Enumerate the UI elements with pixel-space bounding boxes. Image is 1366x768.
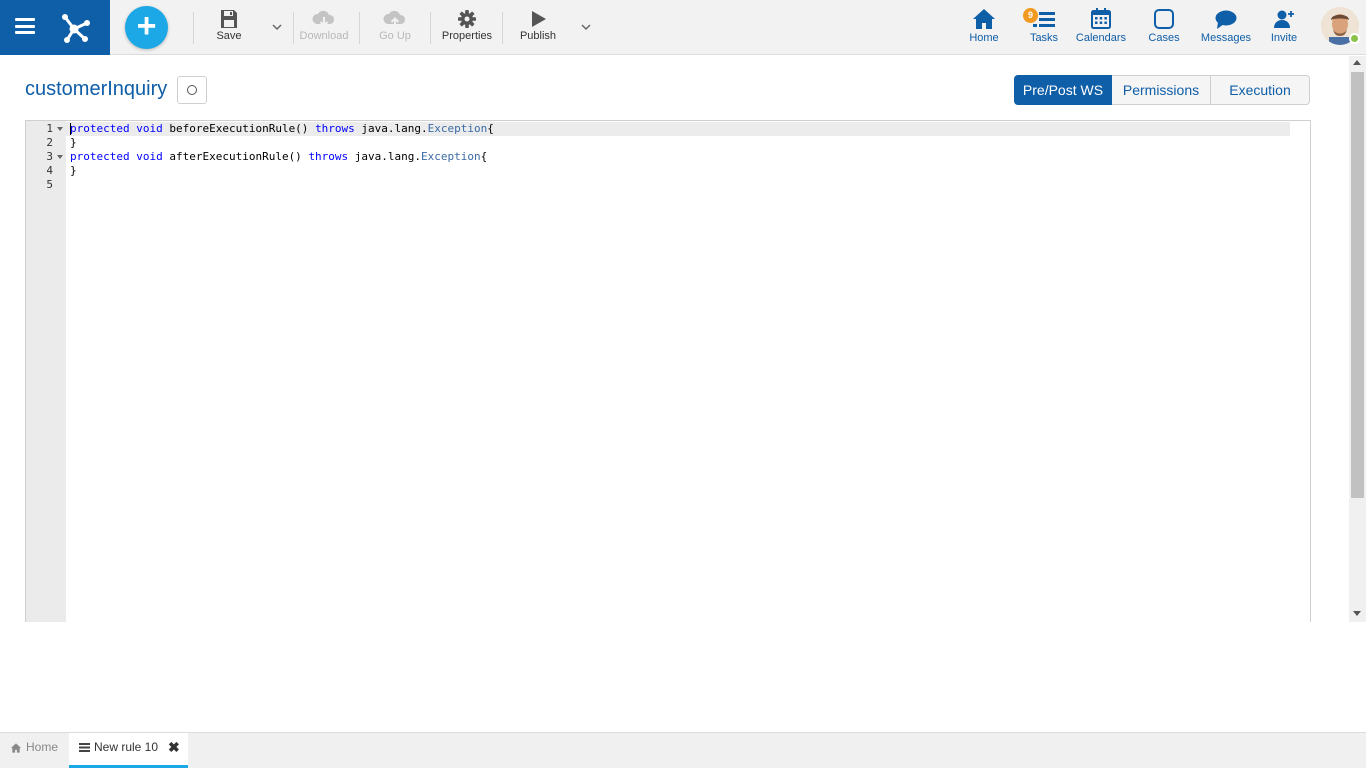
scroll-down-arrow-icon[interactable] [1353,611,1361,616]
tab-permissions[interactable]: Permissions [1112,75,1211,105]
line-number: 5 [46,178,53,191]
fold-arrow-icon[interactable] [57,155,63,159]
calendar-icon [1091,8,1111,29]
toolbar-separator [502,12,503,44]
code-keyword: void [136,150,163,163]
scrollbar-thumb[interactable] [1351,72,1364,498]
toolbar-separator [359,12,360,44]
home-icon [973,9,995,29]
bottom-tab-bar: Home New rule 10 ✖ [0,732,1366,768]
line-number: 2 [46,136,53,149]
toolbar-separator [193,12,194,44]
tasks-badge: 9 [1023,8,1038,23]
close-tab-icon[interactable]: ✖ [168,733,182,761]
code-text: afterExecutionRule() [162,150,309,163]
bottom-tab-home-label: Home [26,740,59,754]
chat-bubble-icon [1215,10,1237,29]
bottom-tab-home[interactable]: Home [0,733,69,768]
save-icon [221,10,237,28]
code-keyword: throws [308,150,349,163]
hamburger-menu-icon[interactable] [15,18,35,34]
bottom-tab-current[interactable]: New rule 10 ✖ [69,733,188,768]
nav-messages-button[interactable]: Messages [1199,6,1253,50]
code-line[interactable]: } [70,136,77,150]
cloud-download-icon [312,10,335,27]
code-editor[interactable]: 1 2 3 4 5 protected void beforeExecution… [25,120,1311,622]
code-keyword: protected [70,150,130,163]
nav-invite-label: Invite [1270,32,1298,44]
tab-pre-post-ws[interactable]: Pre/Post WS [1014,75,1112,105]
scroll-up-arrow-icon[interactable] [1353,60,1361,65]
cases-icon [1154,9,1174,29]
play-icon [532,11,546,27]
publish-label: Publish [519,30,557,42]
publish-button[interactable]: Publish [517,8,559,48]
code-text: beforeExecutionRule() [162,122,316,135]
go-up-label: Go Up [379,30,411,42]
code-line[interactable]: } [70,164,77,178]
nav-tasks-button[interactable]: 9 Tasks [1023,6,1062,50]
line-number: 3 [26,150,66,164]
code-keyword: void [136,122,163,135]
nav-tasks-label: Tasks [1029,32,1059,44]
app-logo-icon[interactable] [55,9,93,45]
bottom-tab-current-label: New rule 10 [94,740,159,754]
top-toolbar: + Save Download Go Up Properties Publish… [0,0,1366,55]
home-icon [10,743,22,753]
save-label: Save [216,30,242,42]
nav-messages-label: Messages [1200,32,1252,44]
menu-block [0,0,110,55]
download-label: Download [299,30,349,42]
code-line[interactable]: protected void afterExecutionRule() thro… [70,150,487,164]
code-text: } [70,164,77,177]
online-status-dot [1349,33,1360,44]
status-circle-button[interactable] [177,76,207,104]
code-text: } [70,136,77,149]
nav-home-label: Home [969,32,999,44]
fold-arrow-icon[interactable] [57,127,63,131]
save-button[interactable]: Save [210,8,248,48]
tab-execution[interactable]: Execution [1211,75,1310,105]
go-up-button[interactable]: Go Up [373,8,417,48]
toolbar-separator [293,12,294,44]
code-text: java.lang. [348,150,422,163]
code-type: Exception [421,150,481,163]
save-options-chevron-down-icon[interactable] [270,20,284,34]
publish-options-chevron-down-icon[interactable] [579,20,593,34]
code-keyword: protected [70,122,130,135]
line-number: 4 [46,164,53,177]
code-keyword: throws [315,122,355,135]
code-text: { [480,150,488,163]
nav-invite-button[interactable]: Invite [1267,6,1301,50]
text-cursor [70,123,71,135]
add-user-icon [1274,10,1294,28]
properties-button[interactable]: Properties [439,8,495,48]
editor-gutter: 1 2 3 4 5 [26,121,66,622]
list-icon [79,743,90,753]
nav-home-button[interactable]: Home [966,6,1002,50]
page-title: customerInquiry [25,78,168,100]
nav-calendars-label: Calendars [1075,32,1127,44]
nav-calendars-button[interactable]: Calendars [1074,6,1128,50]
vertical-scrollbar[interactable] [1349,56,1366,622]
code-type: Exception [427,122,488,135]
nav-cases-button[interactable]: Cases [1146,6,1182,50]
line-number: 1 [26,122,66,136]
gear-icon [458,10,476,28]
properties-label: Properties [441,30,493,42]
code-text: { [487,122,494,135]
download-button[interactable]: Download [296,8,352,48]
code-text: java.lang. [354,122,428,135]
toolbar-separator [430,12,431,44]
cloud-upload-icon [383,10,406,28]
code-line[interactable]: protected void beforeExecutionRule() thr… [70,122,494,136]
add-new-button[interactable]: + [125,6,168,49]
section-tabs: Pre/Post WS Permissions Execution [1014,75,1310,105]
nav-cases-label: Cases [1148,32,1180,44]
